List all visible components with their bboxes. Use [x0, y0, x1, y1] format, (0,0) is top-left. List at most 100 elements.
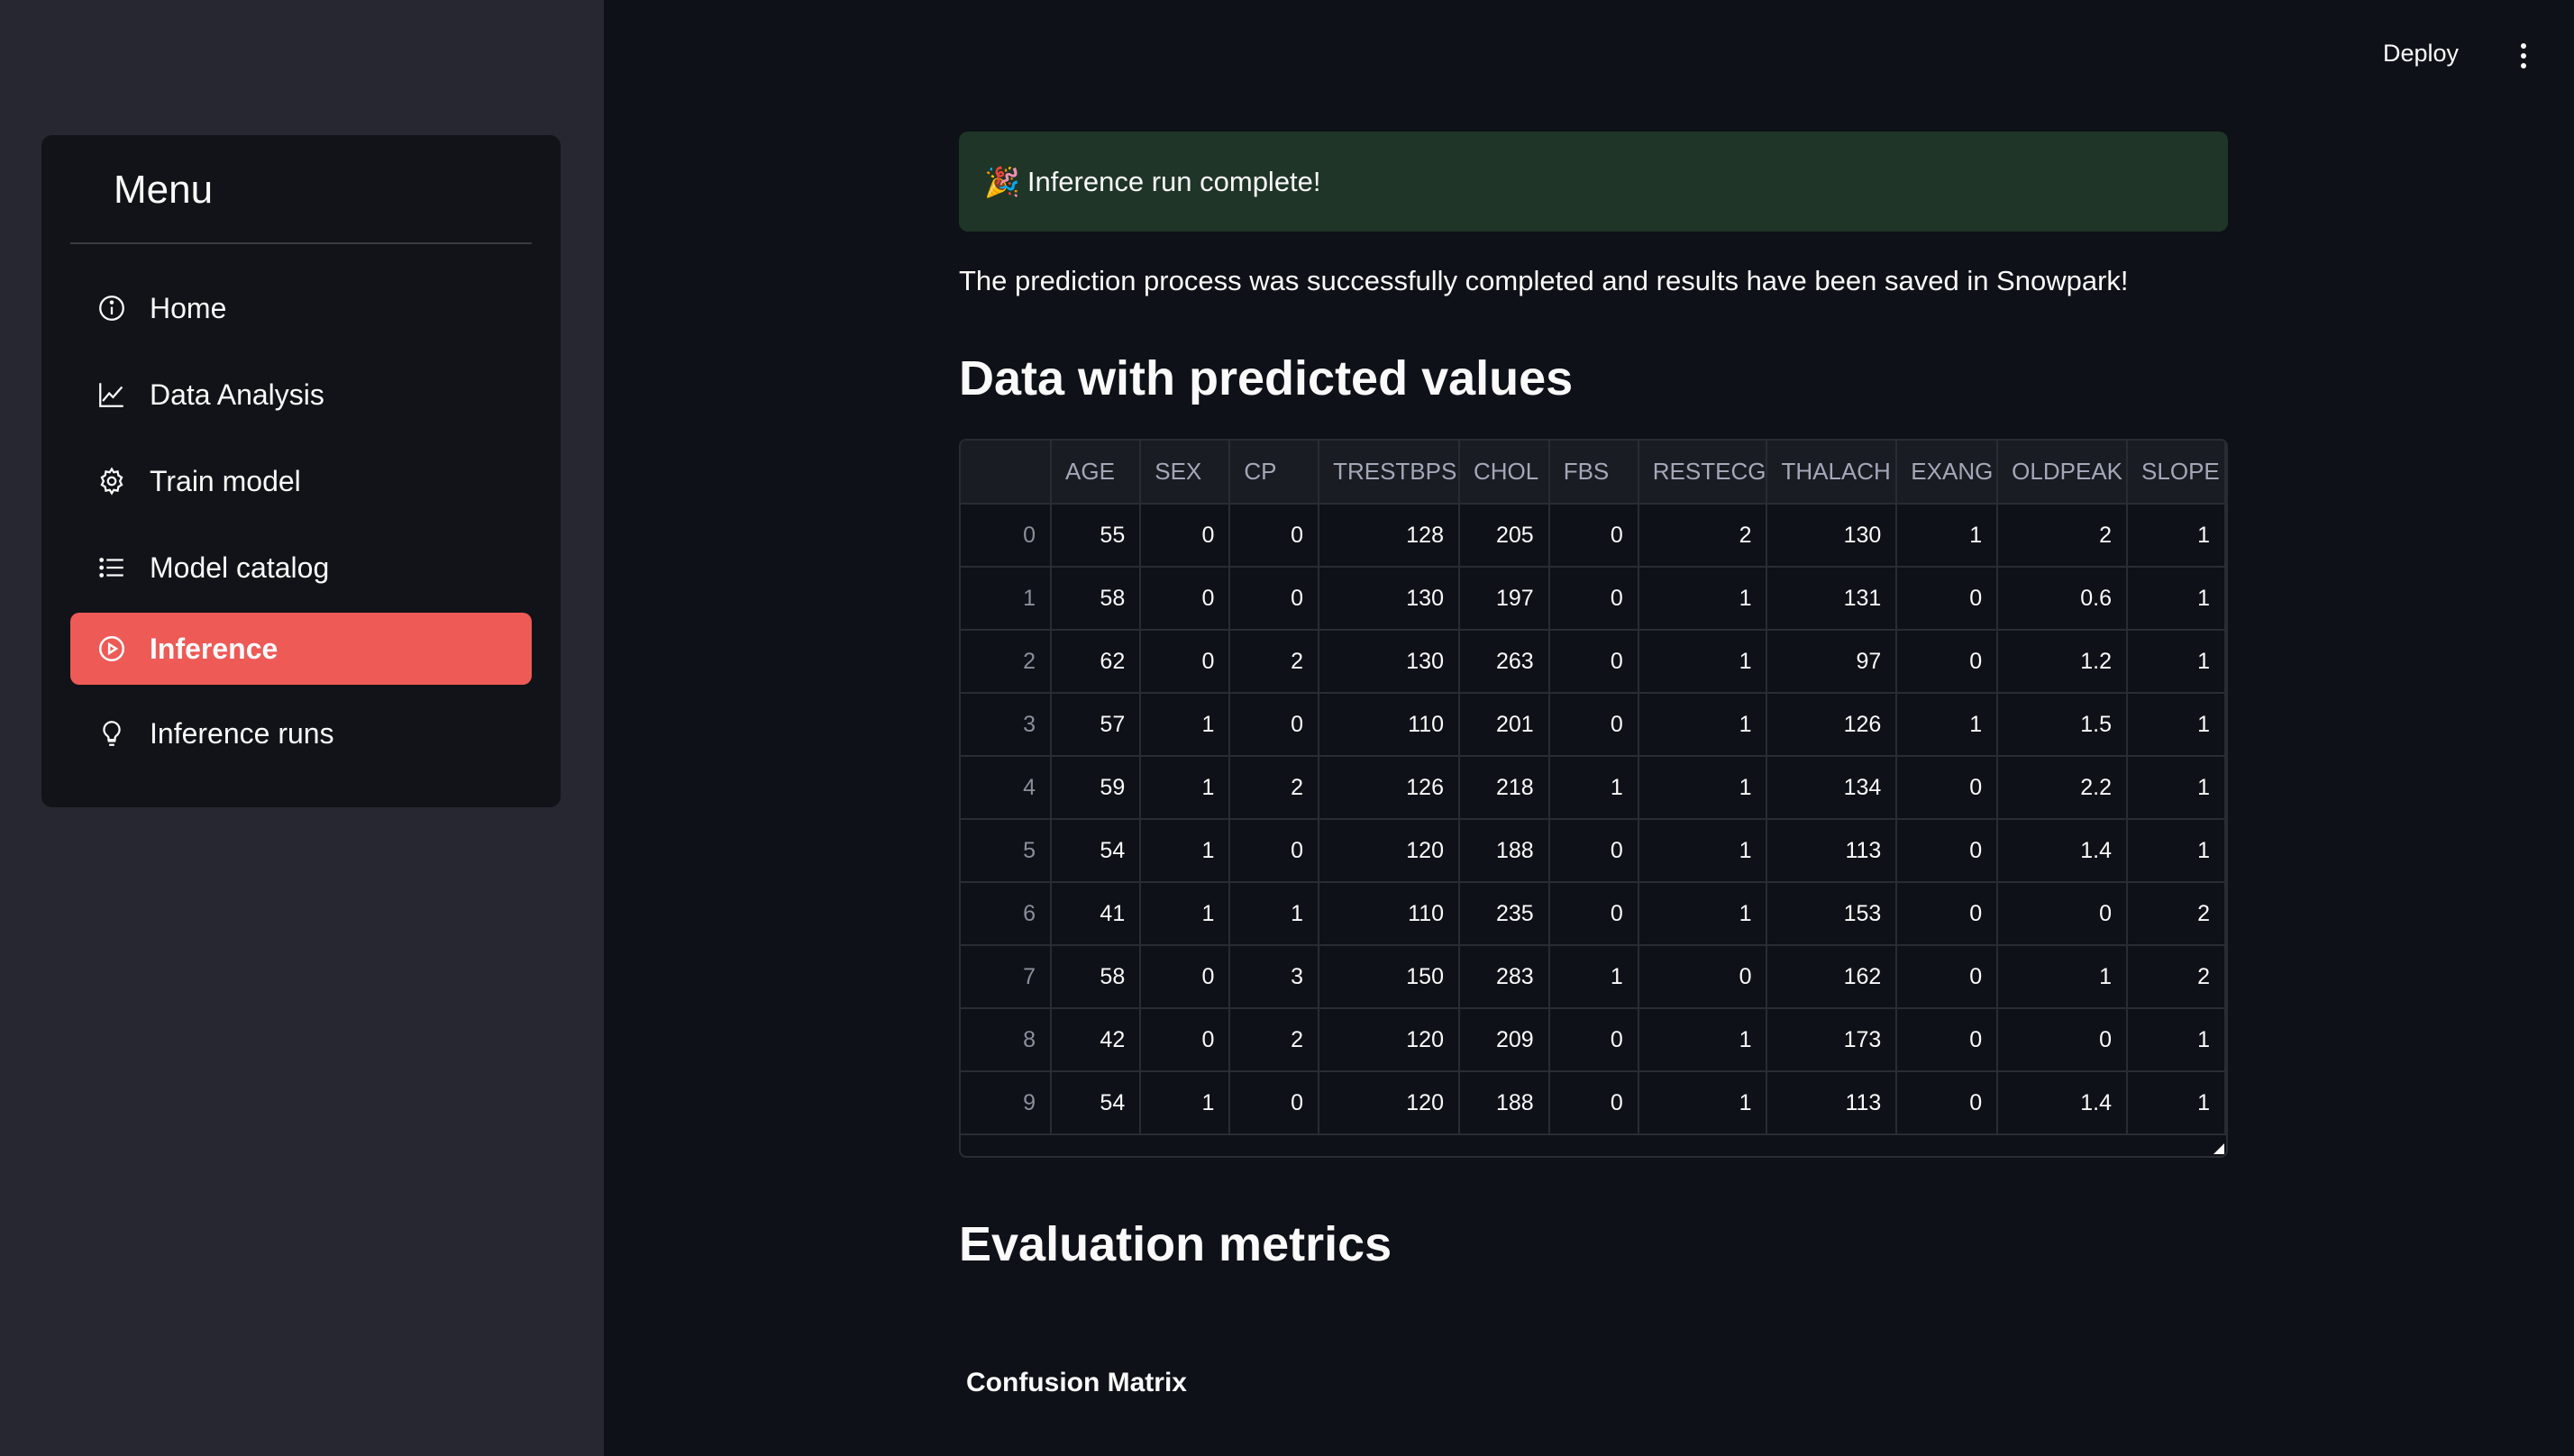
table-cell[interactable]: 218: [1459, 756, 1550, 820]
table-cell[interactable]: 130: [1766, 504, 1898, 568]
table-cell[interactable]: 188: [1459, 1071, 1550, 1135]
table-cell[interactable]: 1.4: [1997, 1071, 2129, 1135]
table-cell[interactable]: 0: [1140, 945, 1231, 1009]
table-cell[interactable]: 0: [1896, 819, 1999, 883]
table-cell[interactable]: 1: [1638, 819, 1768, 883]
table-cell[interactable]: 2.2: [1997, 756, 2129, 820]
table-cell[interactable]: 1: [1140, 756, 1231, 820]
table-cell[interactable]: 0.6: [1997, 567, 2129, 631]
deploy-button[interactable]: Deploy: [2383, 40, 2459, 68]
table-cell[interactable]: 0: [1896, 945, 1999, 1009]
table-cell[interactable]: 1: [1997, 945, 2129, 1009]
table-cell[interactable]: 41: [1051, 882, 1142, 946]
table-cell[interactable]: 2: [1638, 504, 1768, 568]
sidebar-item-inference[interactable]: Inference: [70, 613, 532, 685]
table-cell[interactable]: 120: [1319, 819, 1460, 883]
table-cell[interactable]: 1: [2127, 819, 2226, 883]
table-cell[interactable]: 134: [1766, 756, 1898, 820]
table-cell[interactable]: 55: [1051, 504, 1142, 568]
table-cell[interactable]: 54: [1051, 819, 1142, 883]
table-cell[interactable]: 42: [1051, 1008, 1142, 1072]
table-cell[interactable]: 62: [1051, 630, 1142, 694]
table-cell[interactable]: 126: [1319, 756, 1460, 820]
sidebar-item-model-catalog[interactable]: Model catalog: [70, 532, 532, 604]
table-cell[interactable]: 0: [1140, 504, 1231, 568]
table-cell[interactable]: 1: [1638, 1071, 1768, 1135]
table-cell[interactable]: 1: [1638, 693, 1768, 757]
table-cell[interactable]: 54: [1051, 1071, 1142, 1135]
table-cell[interactable]: 131: [1766, 567, 1898, 631]
table-cell[interactable]: 97: [1766, 630, 1898, 694]
table-cell[interactable]: 0: [1896, 1008, 1999, 1072]
table-cell[interactable]: 130: [1319, 630, 1460, 694]
table-cell[interactable]: 1: [1140, 1071, 1231, 1135]
table-cell[interactable]: 1: [2127, 630, 2226, 694]
row-index[interactable]: 3: [961, 693, 1053, 757]
table-cell[interactable]: 0: [1638, 945, 1768, 1009]
table-cell[interactable]: 2: [2127, 945, 2226, 1009]
table-cell[interactable]: 59: [1051, 756, 1142, 820]
table-cell[interactable]: 0: [1997, 882, 2129, 946]
table-cell[interactable]: 0: [1140, 630, 1231, 694]
table-cell[interactable]: 110: [1319, 882, 1460, 946]
table-cell[interactable]: 1: [2127, 756, 2226, 820]
table-cell[interactable]: 110: [1319, 693, 1460, 757]
table-cell[interactable]: 1: [1638, 567, 1768, 631]
table-cell[interactable]: 0: [1548, 504, 1639, 568]
table-cell[interactable]: 1: [1638, 882, 1768, 946]
table-cell[interactable]: 1: [1548, 945, 1639, 1009]
table-cell[interactable]: 130: [1319, 567, 1460, 631]
table-cell[interactable]: 2: [1997, 504, 2129, 568]
table-cell[interactable]: 0: [1548, 693, 1639, 757]
table-cell[interactable]: 0: [1229, 693, 1320, 757]
table-cell[interactable]: 0: [1896, 1071, 1999, 1135]
table-cell[interactable]: 173: [1766, 1008, 1898, 1072]
column-header[interactable]: THALACH: [1766, 441, 1898, 505]
table-cell[interactable]: 1: [1638, 756, 1768, 820]
table-cell[interactable]: 1: [2127, 1071, 2226, 1135]
table-cell[interactable]: 2: [1229, 630, 1320, 694]
table-cell[interactable]: 1: [2127, 504, 2226, 568]
table-cell[interactable]: 1: [1140, 882, 1231, 946]
table-cell[interactable]: 120: [1319, 1008, 1460, 1072]
data-table[interactable]: AGE SEX CP TRESTBPS CHOL FBS RESTECG THALACH EXA…: [959, 439, 2228, 1158]
table-cell[interactable]: 0: [1548, 882, 1639, 946]
table-cell[interactable]: 2: [1229, 756, 1320, 820]
column-header[interactable]: SLOPE: [2127, 441, 2226, 505]
table-cell[interactable]: 188: [1459, 819, 1550, 883]
sidebar-item-data-analysis[interactable]: Data Analysis: [70, 359, 532, 431]
table-cell[interactable]: 1: [1896, 693, 1999, 757]
table-cell[interactable]: 113: [1766, 1071, 1898, 1135]
table-cell[interactable]: 2: [2127, 882, 2226, 946]
column-header[interactable]: SEX: [1140, 441, 1231, 505]
column-header[interactable]: CHOL: [1459, 441, 1550, 505]
row-index[interactable]: 2: [961, 630, 1053, 694]
table-cell[interactable]: 205: [1459, 504, 1550, 568]
table-cell[interactable]: 0: [1229, 504, 1320, 568]
table-cell[interactable]: 0: [1229, 567, 1320, 631]
table-cell[interactable]: 58: [1051, 567, 1142, 631]
table-cell[interactable]: 0: [1229, 1071, 1320, 1135]
table-cell[interactable]: 57: [1051, 693, 1142, 757]
table-cell[interactable]: 263: [1459, 630, 1550, 694]
table-cell[interactable]: 120: [1319, 1071, 1460, 1135]
kebab-icon[interactable]: [2511, 40, 2536, 72]
column-header[interactable]: FBS: [1548, 441, 1639, 505]
table-cell[interactable]: 0: [1140, 567, 1231, 631]
column-header[interactable]: CP: [1229, 441, 1320, 505]
table-cell[interactable]: 113: [1766, 819, 1898, 883]
sidebar-item-inference-runs[interactable]: Inference runs: [70, 697, 532, 769]
table-cell[interactable]: 1: [1229, 882, 1320, 946]
table-cell[interactable]: 3: [1229, 945, 1320, 1009]
table-cell[interactable]: 0: [1997, 1008, 2129, 1072]
table-cell[interactable]: 0: [1896, 756, 1999, 820]
row-index[interactable]: 5: [961, 819, 1053, 883]
table-cell[interactable]: 1: [1548, 756, 1639, 820]
row-index[interactable]: 0: [961, 504, 1053, 568]
column-header[interactable]: EXANG: [1896, 441, 1999, 505]
table-cell[interactable]: 0: [1229, 819, 1320, 883]
table-cell[interactable]: 2: [1229, 1008, 1320, 1072]
table-cell[interactable]: 0: [1548, 567, 1639, 631]
row-index[interactable]: 6: [961, 882, 1053, 946]
table-cell[interactable]: 0: [1896, 630, 1999, 694]
